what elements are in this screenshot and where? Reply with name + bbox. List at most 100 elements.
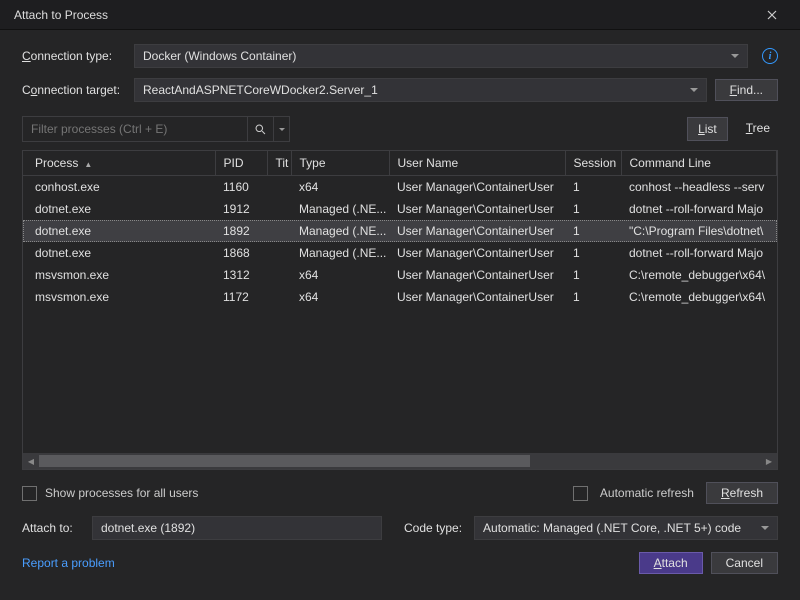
connection-type-value: Docker (Windows Container)	[143, 49, 296, 63]
col-header-user[interactable]: User Name	[389, 151, 565, 176]
cell-type: x64	[291, 264, 389, 286]
cell-session: 1	[565, 176, 621, 199]
cell-process: msvsmon.exe	[23, 264, 215, 286]
attach-to-label: Attach to:	[22, 521, 84, 535]
table-row[interactable]: dotnet.exe1892 Managed (.NE...User Manage…	[23, 220, 777, 242]
titlebar: Attach to Process	[0, 0, 800, 30]
filter-box	[22, 116, 290, 142]
process-table: Process PID Tit Type User Name Session C…	[23, 151, 777, 308]
cell-session: 1	[565, 264, 621, 286]
cell-cmd: conhost --headless --serv	[621, 176, 777, 199]
close-icon	[767, 10, 777, 20]
cell-pid: 1312	[215, 264, 267, 286]
action-row: Report a problem Attach Cancel	[22, 552, 778, 574]
attach-to-row: Attach to: dotnet.exe (1892) Code type: …	[22, 516, 778, 540]
scroll-right-arrow[interactable]: ▶	[761, 453, 777, 469]
connection-target-label: Connection target:	[22, 83, 126, 97]
options-row: Show processes for all users Automatic r…	[22, 482, 778, 504]
info-icon[interactable]: i	[762, 48, 778, 64]
cell-session: 1	[565, 198, 621, 220]
cell-tit	[267, 176, 291, 199]
table-row[interactable]: conhost.exe1160x64User Manager\Container…	[23, 176, 777, 199]
cell-pid: 1912	[215, 198, 267, 220]
refresh-button[interactable]: Refresh	[706, 482, 778, 504]
dialog-title: Attach to Process	[14, 8, 108, 22]
scroll-thumb[interactable]	[39, 455, 530, 467]
cell-type: Managed (.NE...	[291, 220, 389, 242]
col-header-session[interactable]: Session	[565, 151, 621, 176]
cell-user: User Manager\ContainerUser	[389, 176, 565, 199]
attach-button[interactable]: Attach	[639, 552, 703, 574]
cell-user: User Manager\ContainerUser	[389, 264, 565, 286]
table-row[interactable]: dotnet.exe1868Managed (.NE...User Manage…	[23, 242, 777, 264]
connection-type-row: Connection type: Docker (Windows Contain…	[22, 44, 778, 68]
filter-dropdown[interactable]	[273, 116, 289, 142]
show-all-users-checkbox[interactable]	[22, 486, 37, 501]
cell-tit	[267, 264, 291, 286]
scroll-track[interactable]	[39, 453, 761, 469]
col-header-title[interactable]: Tit	[267, 151, 291, 176]
cell-pid: 1892	[215, 220, 267, 242]
code-type-value: Automatic: Managed (.NET Core, .NET 5+) …	[483, 521, 741, 535]
cell-tit	[267, 198, 291, 220]
cell-cmd: "C:\Program Files\dotnet\	[621, 220, 777, 242]
cell-user: User Manager\ContainerUser	[389, 286, 565, 308]
cell-process: dotnet.exe	[23, 198, 215, 220]
cell-cmd: C:\remote_debugger\x64\	[621, 264, 777, 286]
connection-target-row: Connection target: ReactAndASPNETCoreWDo…	[22, 78, 778, 102]
report-problem-link[interactable]: Report a problem	[22, 556, 115, 570]
col-header-cmd[interactable]: Command Line	[621, 151, 777, 176]
table-row[interactable]: msvsmon.exe1312 x64User Manager\Container…	[23, 264, 777, 286]
cell-tit	[267, 286, 291, 308]
cell-session: 1	[565, 220, 621, 242]
connection-target-value: ReactAndASPNETCoreWDocker2.Server_1	[143, 83, 378, 97]
connection-type-combo[interactable]: Docker (Windows Container)	[134, 44, 748, 68]
search-icon-button[interactable]	[247, 116, 273, 142]
col-header-pid[interactable]: PID	[215, 151, 267, 176]
table-row[interactable]: msvsmon.exe1172 x64User Manager\Container…	[23, 286, 777, 308]
attach-to-process-dialog: Attach to Process Connection type: Docke…	[0, 0, 800, 600]
attach-to-value: dotnet.exe (1892)	[101, 521, 195, 535]
filter-input[interactable]	[23, 122, 247, 136]
view-tree-button[interactable]: Tree	[742, 117, 774, 141]
cell-pid: 1172	[215, 286, 267, 308]
cell-session: 1	[565, 286, 621, 308]
auto-refresh-label: Automatic refresh	[600, 486, 694, 500]
cell-tit	[267, 220, 291, 242]
code-type-combo[interactable]: Automatic: Managed (.NET Core, .NET 5+) …	[474, 516, 778, 540]
col-header-type[interactable]: Type	[291, 151, 389, 176]
auto-refresh-checkbox[interactable]	[573, 486, 588, 501]
table-row[interactable]: dotnet.exe1912 Managed (.NE...User Manage…	[23, 198, 777, 220]
code-type-label: Code type:	[390, 521, 466, 535]
connection-target-combo[interactable]: ReactAndASPNETCoreWDocker2.Server_1	[134, 78, 707, 102]
cell-session: 1	[565, 242, 621, 264]
view-toggle: List Tree	[687, 117, 778, 141]
horizontal-scrollbar[interactable]: ◀ ▶	[23, 453, 777, 469]
cell-cmd: dotnet --roll-forward Majo	[621, 198, 777, 220]
cell-type: Managed (.NE...	[291, 198, 389, 220]
cell-process: conhost.exe	[23, 176, 215, 199]
cell-user: User Manager\ContainerUser	[389, 198, 565, 220]
cell-type: Managed (.NE...	[291, 242, 389, 264]
cancel-button[interactable]: Cancel	[711, 552, 778, 574]
cell-type: x64	[291, 176, 389, 199]
cell-process: dotnet.exe	[23, 242, 215, 264]
cell-cmd: dotnet --roll-forward Majo	[621, 242, 777, 264]
close-button[interactable]	[752, 1, 792, 29]
cell-cmd: C:\remote_debugger\x64\	[621, 286, 777, 308]
cell-process: dotnet.exe	[23, 220, 215, 242]
cell-pid: 1868	[215, 242, 267, 264]
col-header-process[interactable]: Process	[23, 151, 215, 176]
cell-process: msvsmon.exe	[23, 286, 215, 308]
scroll-left-arrow[interactable]: ◀	[23, 453, 39, 469]
cell-user: User Manager\ContainerUser	[389, 220, 565, 242]
table-header-row: Process PID Tit Type User Name Session C…	[23, 151, 777, 176]
cell-tit	[267, 242, 291, 264]
process-table-container: Process PID Tit Type User Name Session C…	[22, 150, 778, 470]
find-button[interactable]: Find...	[715, 79, 778, 101]
attach-to-field[interactable]: dotnet.exe (1892)	[92, 516, 382, 540]
cell-type: x64	[291, 286, 389, 308]
show-all-users-label: Show processes for all users	[45, 486, 198, 500]
view-list-button[interactable]: List	[687, 117, 728, 141]
search-icon	[254, 123, 267, 136]
